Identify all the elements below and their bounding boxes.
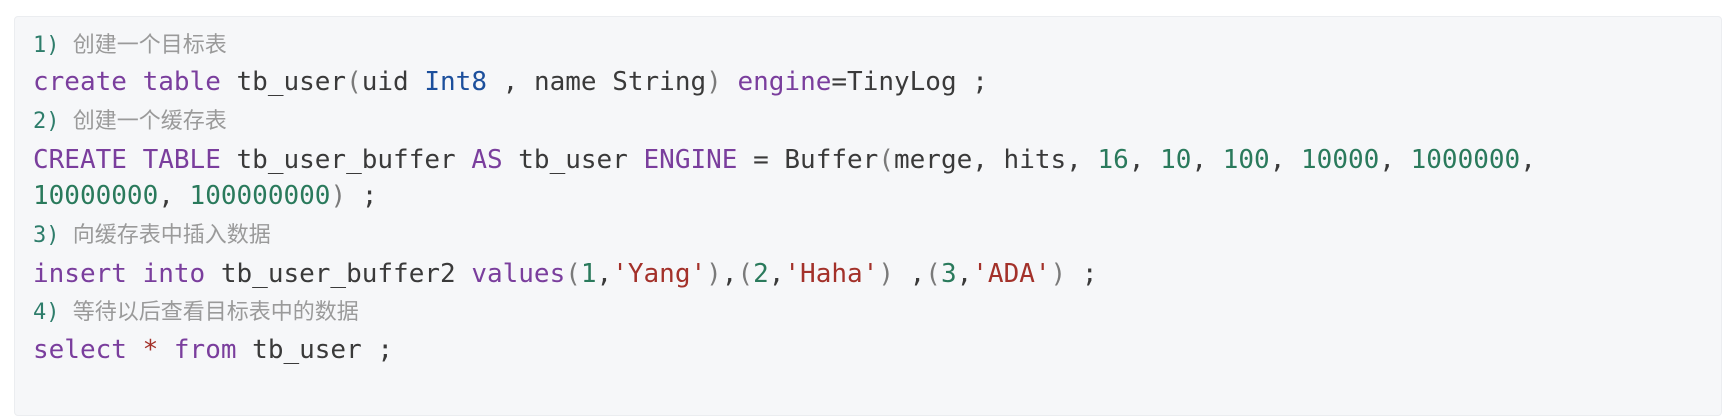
- keyword-token: engine: [737, 67, 832, 97]
- number-token: 10000: [1301, 145, 1380, 175]
- number-token: 1: [580, 259, 597, 289]
- type-token: Int8: [424, 67, 487, 97]
- keyword-token: insert: [33, 259, 127, 289]
- keyword-token: select: [33, 335, 127, 365]
- code-line: insert into tb_user_buffer2 values(1,'Ya…: [33, 257, 1098, 291]
- keyword-token: create: [33, 67, 127, 97]
- code-comment-line: 1) 创建一个目标表: [33, 31, 227, 61]
- code-text: ,: [1128, 145, 1161, 175]
- punctuation-token: ): [878, 259, 894, 289]
- number-token: 10: [1160, 145, 1192, 175]
- code-comment-line: 3) 向缓存表中插入数据: [33, 221, 271, 251]
- number-token: 100000000: [189, 181, 331, 211]
- code-text: =TinyLog ;: [831, 67, 988, 97]
- keyword-token: CREATE: [33, 145, 127, 175]
- punctuation-token: ): [706, 67, 722, 97]
- code-text: tb_user: [502, 145, 644, 175]
- code-line: CREATE TABLE tb_user_buffer AS tb_user E…: [33, 143, 1536, 177]
- string-token: *: [142, 335, 159, 365]
- number-token: 100: [1222, 145, 1270, 175]
- keyword-token: values: [471, 259, 566, 289]
- code-text: ,: [158, 181, 190, 211]
- keyword-token: from: [173, 335, 237, 365]
- code-text: ,: [956, 259, 973, 289]
- punctuation-token: (: [346, 67, 362, 97]
- code-line: select * from tb_user ;: [33, 333, 393, 367]
- code-comment-line: 2) 创建一个缓存表: [33, 107, 227, 137]
- punctuation-token: ): [706, 259, 722, 289]
- number-token: 3: [940, 259, 957, 289]
- string-token: 'Yang': [612, 259, 707, 289]
- keyword-token: table: [142, 67, 221, 97]
- code-block: 1) 创建一个目标表 create table tb_user(uid Int8…: [14, 16, 1722, 416]
- code-text: tb_user_buffer: [220, 145, 472, 175]
- step-number: 3): [33, 223, 60, 248]
- number-token: 2: [753, 259, 769, 289]
- number-token: 10000000: [33, 181, 159, 211]
- punctuation-token: (: [737, 259, 754, 289]
- keyword-token: AS: [471, 145, 503, 175]
- comment-text: 向缓存表中插入数据: [72, 223, 271, 248]
- code-text: merge, hits,: [893, 145, 1098, 175]
- code-text: = Buffer: [737, 145, 879, 175]
- number-token: 16: [1097, 145, 1129, 175]
- punctuation-token: ): [1050, 259, 1067, 289]
- code-line: create table tb_user(uid Int8 , name Str…: [33, 65, 988, 99]
- string-token: 'ADA': [972, 259, 1051, 289]
- string-token: 'Haha': [784, 259, 879, 289]
- keyword-token: TABLE: [142, 145, 221, 175]
- punctuation-token: (: [565, 259, 581, 289]
- code-text: ,: [1191, 145, 1223, 175]
- code-comment-line: 4) 等待以后查看目标表中的数据: [33, 298, 359, 328]
- code-text: ,: [1379, 145, 1411, 175]
- keyword-token: into: [142, 259, 206, 289]
- code-text: ,: [721, 259, 738, 289]
- code-line: 10000000, 100000000) ;: [33, 179, 377, 213]
- code-text: , name String: [487, 67, 707, 97]
- code-text: uid: [361, 67, 425, 97]
- code-text: tb_user: [220, 67, 347, 97]
- code-text: ,: [596, 259, 613, 289]
- code-text: ,: [1520, 145, 1536, 175]
- code-text: tb_user_buffer2: [205, 259, 472, 289]
- code-text: ,: [893, 259, 926, 289]
- code-text: ;: [1066, 259, 1098, 289]
- step-number: 4): [33, 300, 60, 325]
- punctuation-token: (: [925, 259, 941, 289]
- code-text: ,: [1269, 145, 1302, 175]
- comment-text: 等待以后查看目标表中的数据: [72, 300, 359, 325]
- comment-text: 创建一个缓存表: [72, 109, 227, 134]
- keyword-token: ENGINE: [643, 145, 738, 175]
- code-text: ,: [768, 259, 785, 289]
- code-text: ;: [346, 181, 378, 211]
- step-number: 1): [33, 33, 60, 58]
- number-token: 1000000: [1410, 145, 1521, 175]
- punctuation-token: ): [330, 181, 347, 211]
- step-number: 2): [33, 109, 60, 134]
- code-text: tb_user ;: [236, 335, 394, 365]
- comment-text: 创建一个目标表: [72, 33, 227, 58]
- punctuation-token: (: [878, 145, 894, 175]
